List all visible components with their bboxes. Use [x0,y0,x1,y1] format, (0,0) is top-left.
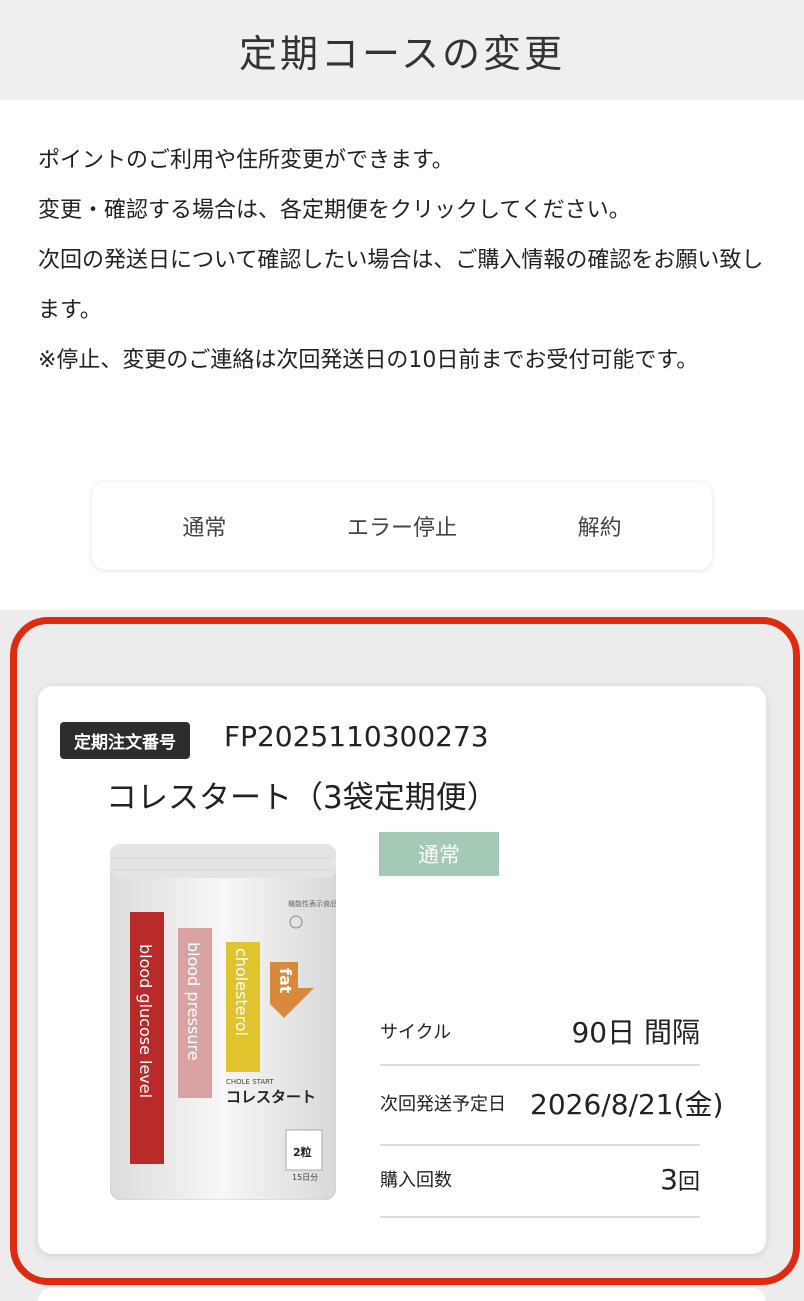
intro-line: ※停止、変更のご連絡は次回発送日の10日前までお受付可能です。 [38,348,699,373]
page-title: 定期コースの変更 [238,31,566,76]
status-filter-tabs: 通常 エラー停止 解約 [92,482,712,570]
tab-cancelled[interactable]: 解約 [578,510,622,542]
intro-text: ポイントのご利用や住所変更ができます。 変更・確認する場合は、各定期便をクリック… [0,100,804,386]
intro-line: 次回の発送日について確認したい場合は、ご購入情報の確認をお願い致します。 [38,248,764,323]
highlight-outline [10,617,800,1285]
intro-line: ポイントのご利用や住所変更ができます。 [38,148,454,173]
intro-line: 変更・確認する場合は、各定期便をクリックしてください。 [38,198,631,223]
page-header: 定期コースの変更 [0,0,804,100]
tab-error-stop[interactable]: エラー停止 [347,510,457,542]
next-subscription-card[interactable] [38,1288,766,1301]
tab-normal[interactable]: 通常 [182,510,226,542]
